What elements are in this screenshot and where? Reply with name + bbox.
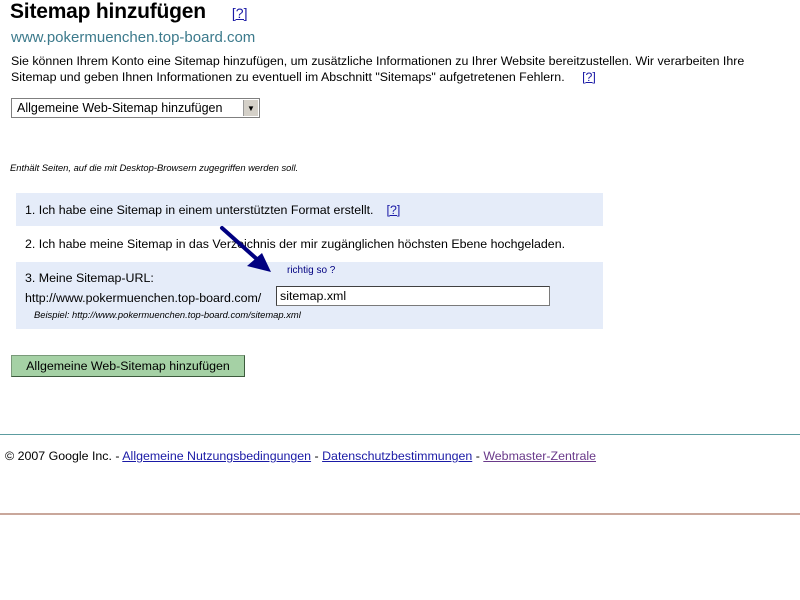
step-1-row: 1. Ich habe eine Sitemap in einem unters…	[16, 193, 603, 226]
title-row: Sitemap hinzufügen [?]	[10, 0, 247, 26]
annotation-text: richtig so ?	[287, 265, 336, 276]
sitemap-url-input[interactable]	[276, 286, 550, 306]
intro-help-link[interactable]: [?]	[582, 70, 596, 84]
footer-link-privacy[interactable]: Datenschutzbestimmungen	[322, 449, 472, 463]
title-help-link[interactable]: [?]	[232, 5, 248, 21]
sitemap-type-description: Enthält Seiten, auf die mit Desktop-Brow…	[10, 162, 299, 173]
footer-divider-bottom	[0, 513, 800, 515]
sitemap-type-selected: Allgemeine Web-Sitemap hinzufügen	[17, 101, 223, 115]
footer-link-webmaster-central[interactable]: Webmaster-Zentrale	[483, 449, 596, 463]
footer-separator: -	[314, 449, 319, 463]
footer-copyright: © 2007 Google Inc. -	[5, 449, 120, 463]
site-url: www.pokermuenchen.top-board.com	[11, 29, 256, 46]
step-3-label: 3. Meine Sitemap-URL:	[25, 271, 154, 285]
footer-link-terms[interactable]: Allgemeine Nutzungsbedingungen	[122, 449, 311, 463]
step-1-text: 1. Ich habe eine Sitemap in einem unters…	[25, 202, 374, 217]
sitemap-url-prefix: http://www.pokermuenchen.top-board.com/	[25, 291, 262, 305]
footer-separator: -	[475, 449, 480, 463]
step-1-help-link[interactable]: [?]	[387, 203, 401, 217]
page-title: Sitemap hinzufügen	[10, 0, 206, 23]
intro-paragraph: Sie können Ihrem Konto eine Sitemap hinz…	[11, 53, 786, 85]
intro-text: Sie können Ihrem Konto eine Sitemap hinz…	[11, 54, 745, 84]
triangle-down-icon[interactable]: ▼	[243, 100, 258, 116]
sitemap-type-select[interactable]: Allgemeine Web-Sitemap hinzufügen ▼	[11, 98, 260, 118]
footer-divider-top	[0, 434, 800, 435]
step-3-row: 3. Meine Sitemap-URL: http://www.pokermu…	[16, 262, 603, 329]
footer: © 2007 Google Inc. - Allgemeine Nutzungs…	[5, 449, 596, 463]
sitemap-url-example: Beispiel: http://www.pokermuenchen.top-b…	[34, 309, 301, 320]
step-2-text: 2. Ich habe meine Sitemap in das Verzeic…	[25, 236, 566, 251]
step-2-row: 2. Ich habe meine Sitemap in das Verzeic…	[16, 228, 603, 259]
add-sitemap-button[interactable]: Allgemeine Web-Sitemap hinzufügen	[11, 355, 245, 377]
sitemap-page: Sitemap hinzufügen [?] www.pokermuenchen…	[0, 0, 800, 600]
